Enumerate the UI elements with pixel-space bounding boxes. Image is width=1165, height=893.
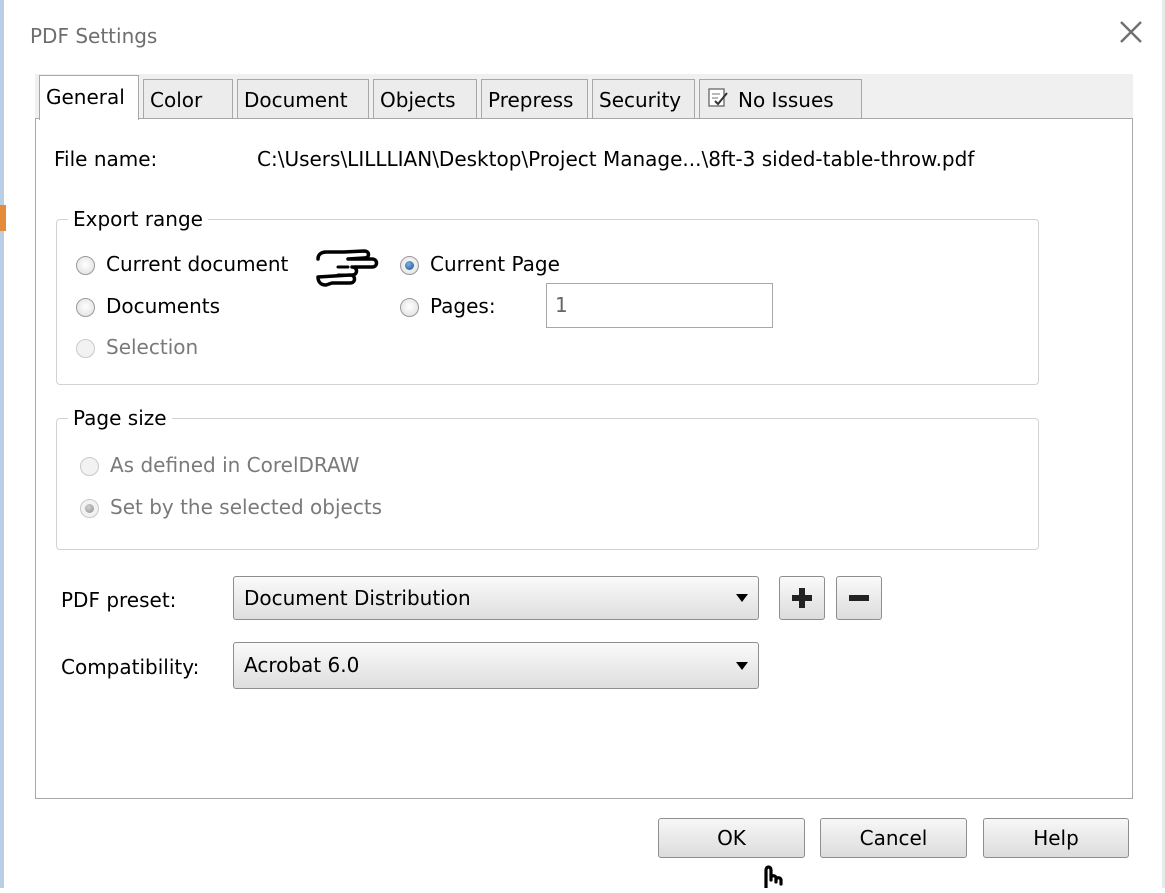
tab-color[interactable]: Color xyxy=(143,79,233,119)
window-left-accent xyxy=(0,205,6,231)
set-by-selected-label: Set by the selected objects xyxy=(110,495,383,519)
tab-no-issues[interactable]: No Issues xyxy=(699,79,862,119)
radio-documents[interactable] xyxy=(76,298,95,317)
tab-security[interactable]: Security xyxy=(592,79,695,119)
radio-pages[interactable] xyxy=(400,298,419,317)
documents-label[interactable]: Documents xyxy=(106,294,220,318)
add-preset-button[interactable] xyxy=(779,576,825,620)
remove-preset-button[interactable] xyxy=(836,576,882,620)
pages-label[interactable]: Pages: xyxy=(430,294,496,318)
tab-prepress-label: Prepress xyxy=(488,88,574,112)
pages-input[interactable]: 1 xyxy=(546,283,773,328)
tab-document[interactable]: Document xyxy=(237,79,369,119)
compatibility-value: Acrobat 6.0 xyxy=(244,653,360,677)
window-left-edge xyxy=(0,0,4,888)
page-size-legend: Page size xyxy=(68,406,172,430)
close-icon[interactable] xyxy=(1113,14,1149,50)
radio-as-defined xyxy=(80,457,99,476)
help-button[interactable]: Help xyxy=(983,818,1129,858)
hand-cursor-icon xyxy=(754,864,804,893)
chevron-down-icon xyxy=(736,661,748,670)
selection-label: Selection xyxy=(106,335,199,359)
tab-document-label: Document xyxy=(244,88,348,112)
tab-prepress[interactable]: Prepress xyxy=(481,79,588,119)
radio-current-document[interactable] xyxy=(76,256,95,275)
checklist-icon xyxy=(706,82,730,122)
tab-general[interactable]: General xyxy=(39,75,139,120)
export-range-legend: Export range xyxy=(68,207,208,231)
radio-current-page[interactable] xyxy=(400,256,419,275)
ok-button[interactable]: OK xyxy=(658,818,805,858)
radio-selection xyxy=(76,339,95,358)
tab-no-issues-label: No Issues xyxy=(738,88,834,112)
cancel-button[interactable]: Cancel xyxy=(820,818,967,858)
page-size-group xyxy=(56,418,1039,550)
compatibility-dropdown[interactable]: Acrobat 6.0 xyxy=(233,642,759,689)
tab-security-label: Security xyxy=(599,88,682,112)
as-defined-label: As defined in CorelDRAW xyxy=(110,453,360,477)
pdf-preset-dropdown[interactable]: Document Distribution xyxy=(233,576,759,620)
current-document-label[interactable]: Current document xyxy=(106,252,288,276)
tab-objects-label: Objects xyxy=(380,88,456,112)
pdf-preset-label: PDF preset: xyxy=(61,588,177,612)
general-tab-panel: File name: C:\Users\LILLLIAN\Desktop\Pro… xyxy=(35,118,1133,799)
chevron-down-icon xyxy=(736,594,748,602)
file-name-label: File name: xyxy=(54,147,158,171)
plus-icon xyxy=(792,588,812,608)
dialog-title: PDF Settings xyxy=(30,24,158,48)
pdf-preset-value: Document Distribution xyxy=(244,586,471,610)
compatibility-label: Compatibility: xyxy=(61,655,200,679)
radio-set-by-selected xyxy=(80,499,99,518)
tab-objects[interactable]: Objects xyxy=(373,79,477,119)
minus-icon xyxy=(849,595,869,601)
current-page-label[interactable]: Current Page xyxy=(430,252,560,276)
tab-general-label: General xyxy=(46,85,125,109)
tab-color-label: Color xyxy=(150,88,203,112)
hand-pointer-icon xyxy=(314,243,388,300)
file-name-value: C:\Users\LILLLIAN\Desktop\Project Manage… xyxy=(257,147,975,171)
